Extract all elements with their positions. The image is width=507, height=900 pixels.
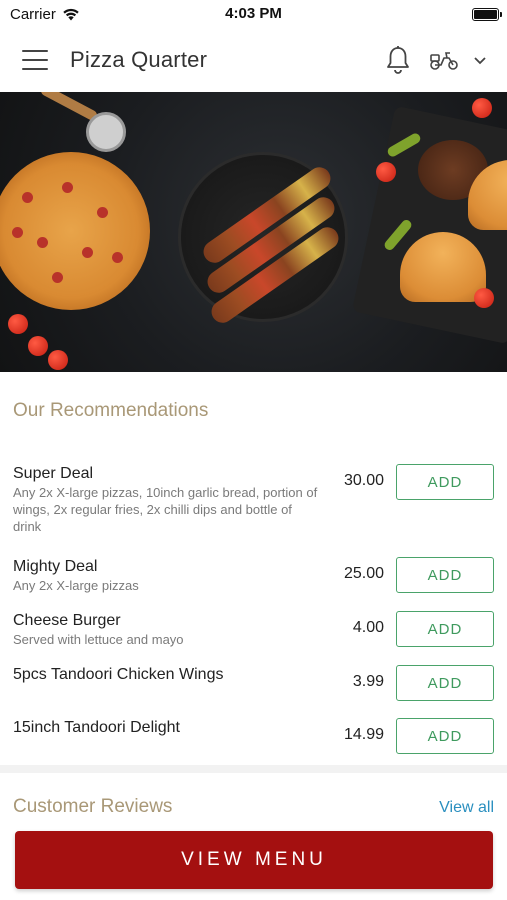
view-menu-button[interactable]: VIEW MENU (15, 831, 493, 889)
item-name: Mighty Deal (13, 558, 98, 575)
bell-icon (387, 46, 409, 74)
item-price: 30.00 (343, 472, 384, 489)
status-bar: Carrier 4:03 PM (0, 0, 507, 28)
scooter-icon (430, 52, 458, 70)
header-actions (385, 45, 487, 75)
item-price: 14.99 (343, 726, 384, 743)
item-text: 5pcs Tandoori Chicken Wings (13, 665, 326, 684)
section-divider (0, 765, 507, 773)
item-name: 15inch Tandoori Delight (13, 719, 180, 736)
add-button[interactable]: ADD (396, 665, 494, 701)
item-name: 5pcs Tandoori Chicken Wings (13, 666, 224, 683)
delivery-mode-dropdown[interactable] (429, 49, 487, 71)
status-left: Carrier (10, 6, 80, 23)
add-button[interactable]: ADD (396, 557, 494, 593)
wifi-icon (63, 8, 79, 20)
item-description: Served with lettuce and mayo (13, 632, 184, 647)
add-button[interactable]: ADD (396, 611, 494, 647)
item-name: Cheese Burger (13, 612, 121, 629)
list-item: Cheese Burger Served with lettuce and ma… (0, 611, 507, 648)
list-item: Super Deal Any 2x X-large pizzas, 10inch… (0, 464, 507, 535)
item-description: Any 2x X-large pizzas, 10inch garlic bre… (13, 485, 318, 534)
item-price: 3.99 (352, 673, 384, 690)
recommendations-title: Our Recommendations (13, 400, 209, 421)
chevron-down-icon (474, 57, 486, 65)
reviews-header: Customer Reviews View all (0, 796, 507, 818)
reviews-title: Customer Reviews (13, 796, 173, 817)
app-header: Pizza Quarter (0, 28, 507, 92)
menu-icon[interactable] (22, 50, 48, 70)
item-text: Super Deal Any 2x X-large pizzas, 10inch… (13, 464, 326, 535)
item-text: 15inch Tandoori Delight (13, 718, 326, 737)
add-button[interactable]: ADD (396, 464, 494, 500)
item-text: Mighty Deal Any 2x X-large pizzas (13, 557, 326, 594)
page-title: Pizza Quarter (70, 47, 208, 72)
item-description: Any 2x X-large pizzas (13, 578, 139, 593)
list-item: 15inch Tandoori Delight 14.99 ADD (0, 718, 507, 754)
item-text: Cheese Burger Served with lettuce and ma… (13, 611, 326, 648)
recommendations-list: Super Deal Any 2x X-large pizzas, 10inch… (0, 422, 507, 754)
add-button[interactable]: ADD (396, 718, 494, 754)
carrier-label: Carrier (10, 5, 56, 23)
notifications-button[interactable] (385, 45, 411, 75)
item-price: 25.00 (343, 565, 384, 582)
battery-icon (472, 7, 502, 21)
list-item: Mighty Deal Any 2x X-large pizzas 25.00 … (0, 557, 507, 594)
view-all-link[interactable]: View all (439, 799, 494, 817)
list-item: 5pcs Tandoori Chicken Wings 3.99 ADD (0, 665, 507, 701)
hero-food-image (0, 92, 507, 372)
item-price: 4.00 (352, 619, 384, 636)
item-name: Super Deal (13, 465, 94, 482)
